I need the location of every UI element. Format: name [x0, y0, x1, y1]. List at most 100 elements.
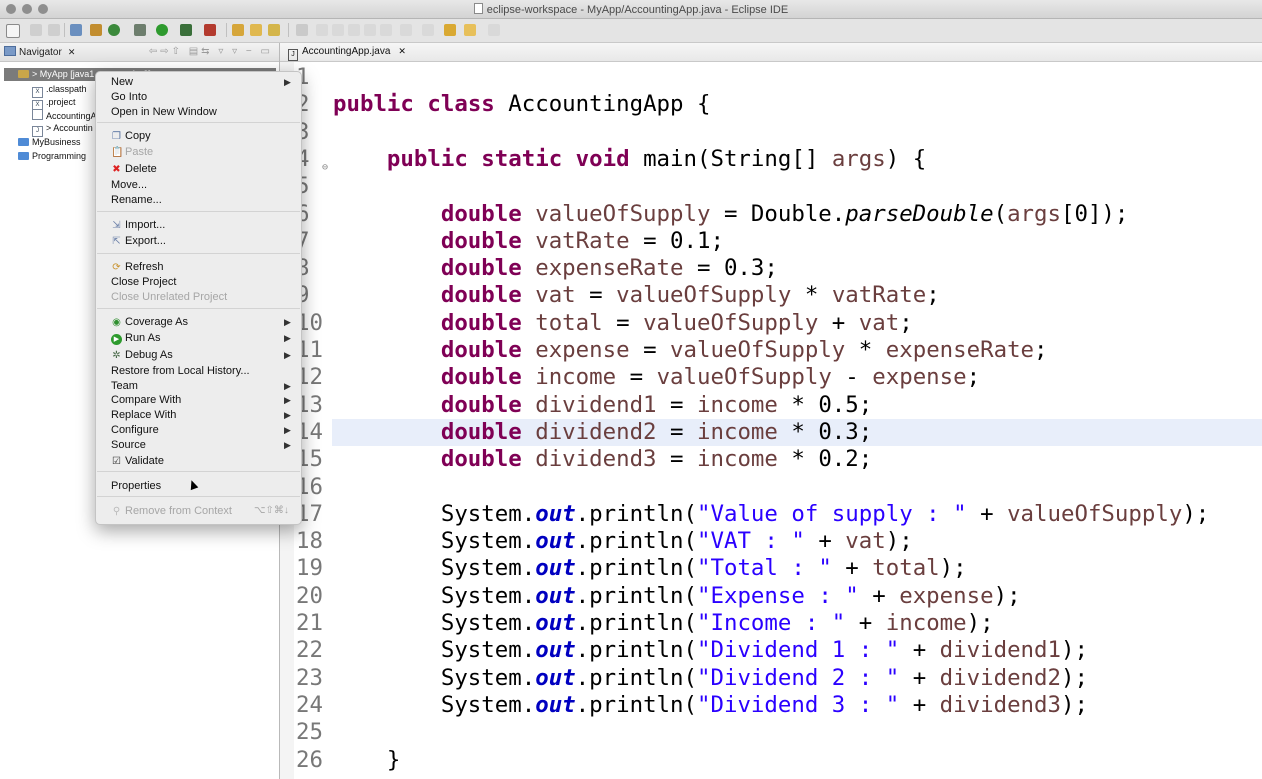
- menu-item-export[interactable]: ⇱ Export...: [111, 234, 166, 248]
- menu-item-source[interactable]: Source: [111, 438, 146, 452]
- annotation-icon[interactable]: [296, 24, 308, 36]
- variable-token: valueOfSupply: [656, 364, 832, 391]
- menu-item-close-project[interactable]: Close Project: [111, 275, 176, 289]
- tree-item[interactable]: X .project: [32, 96, 76, 111]
- menu-item-label: Properties: [111, 480, 162, 492]
- code-token: System.: [333, 528, 536, 555]
- code-line[interactable]: 14 double dividend2 = income * 0.3;: [280, 418, 1262, 446]
- close-icon[interactable]: ✕: [398, 46, 406, 56]
- code-line[interactable]: 7 double vatRate = 0.1;: [280, 228, 1262, 255]
- menu-item-validate[interactable]: ☑ Validate: [111, 454, 164, 468]
- forward-icon[interactable]: [488, 24, 500, 36]
- menu-item-compare-with[interactable]: Compare With: [111, 393, 181, 407]
- editor-tab[interactable]: J AccountingApp.java ✕: [288, 46, 406, 61]
- back-icon[interactable]: [464, 24, 476, 36]
- keyword-token: double: [440, 200, 522, 227]
- menu-item-refresh[interactable]: ⟳ Refresh: [111, 260, 163, 274]
- menu-item-run-as[interactable]: ▶ Run As: [111, 331, 160, 345]
- new-icon[interactable]: [6, 24, 20, 38]
- code-line[interactable]: 1: [280, 64, 1262, 91]
- code-line[interactable]: 6 double valueOfSupply = Double.parseDou…: [280, 201, 1262, 228]
- code-line[interactable]: 24 System.out.println("Dividend 3 : " + …: [280, 692, 1262, 719]
- toggle-mark-icon[interactable]: [316, 24, 328, 36]
- editor-panel: J AccountingApp.java ✕ 1 2 public class Acco…: [280, 43, 1262, 779]
- variable-token: valueOfSupply: [616, 282, 792, 309]
- string-token: "Expense : ": [697, 582, 859, 609]
- code-line[interactable]: 2 public class AccountingApp {: [280, 91, 1262, 118]
- debug-icon[interactable]: [134, 24, 146, 36]
- code-line[interactable]: 23 System.out.println("Dividend 2 : " + …: [280, 665, 1262, 692]
- code-line[interactable]: 3: [280, 119, 1262, 146]
- save-all-icon[interactable]: [48, 24, 60, 36]
- new-folder-icon[interactable]: [232, 24, 244, 36]
- run-config-icon[interactable]: [180, 24, 192, 36]
- code-line[interactable]: 5: [280, 173, 1262, 200]
- menu-item-team[interactable]: Team: [111, 379, 138, 393]
- menu-item-debug-as[interactable]: ✲ Debug As: [111, 348, 172, 362]
- navigator-view-toolbar[interactable]: ⇦⇨⇧ ▤⇆ ▿ ▿ − ▭: [149, 46, 273, 57]
- code-line[interactable]: 26 }: [280, 747, 1262, 774]
- code-token: +: [845, 610, 886, 636]
- menu-item-copy[interactable]: ❐ Copy: [111, 129, 151, 143]
- close-icon[interactable]: ✕: [68, 47, 76, 57]
- whitespace-icon[interactable]: [364, 24, 376, 36]
- line-number: 20: [296, 582, 323, 609]
- code-line[interactable]: 15 double dividend3 = income * 0.2;: [280, 446, 1262, 473]
- tree-item[interactable]: X .classpath: [32, 83, 87, 98]
- open-type-icon[interactable]: [250, 24, 262, 36]
- menu-item-import[interactable]: ⇲ Import...: [111, 218, 165, 232]
- code-line[interactable]: 19 System.out.println("Total : " + total…: [280, 555, 1262, 582]
- menu-item-go-into[interactable]: Go Into: [111, 90, 147, 104]
- code-line[interactable]: 21 System.out.println("Income : " + inco…: [280, 610, 1262, 637]
- menu-item-open-in-new-window[interactable]: Open in New Window: [111, 105, 217, 119]
- menu-item-restore-from-local-history[interactable]: Restore from Local History...: [111, 364, 250, 378]
- toggle-icon[interactable]: [332, 24, 344, 36]
- menu-item-coverage-as[interactable]: ◉ Coverage As: [111, 315, 188, 329]
- menu-item-move[interactable]: Move...: [111, 178, 147, 192]
- keyword-token: class: [427, 91, 495, 118]
- code-line[interactable]: 16: [280, 474, 1262, 501]
- save-icon[interactable]: [30, 24, 42, 36]
- code-line[interactable]: 11 double expense = valueOfSupply * expe…: [280, 337, 1262, 364]
- menu-item-rename[interactable]: Rename...: [111, 193, 162, 207]
- tree-item[interactable]: Programming: [18, 150, 86, 163]
- search-icon[interactable]: [268, 24, 280, 36]
- tree-item[interactable]: MyBusiness: [18, 136, 81, 149]
- code-line[interactable]: 10 double total = valueOfSupply + vat;: [280, 310, 1262, 337]
- external-tools-icon[interactable]: [204, 24, 216, 36]
- menu-item-new[interactable]: New: [111, 75, 133, 89]
- package-icon[interactable]: [90, 24, 102, 36]
- keyword-token: double: [440, 418, 522, 445]
- navigator-tab[interactable]: Navigator ✕: [4, 46, 75, 58]
- code-line[interactable]: 12 double income = valueOfSupply - expen…: [280, 364, 1262, 391]
- tree-item-label: MyBusiness: [32, 137, 81, 147]
- tree-item[interactable]: AccountingA: [32, 109, 97, 122]
- code-line[interactable]: 22 System.out.println("Dividend 1 : " + …: [280, 637, 1262, 664]
- keyword-token: double: [440, 337, 522, 363]
- tree-item[interactable]: J > Accountin: [32, 122, 93, 137]
- menu-item-delete[interactable]: ✖ Delete: [111, 162, 157, 176]
- code-line[interactable]: 9 double vat = valueOfSupply * vatRate;: [280, 282, 1262, 309]
- code-line[interactable]: 13 double dividend1 = income * 0.5;: [280, 392, 1262, 419]
- keyword-token: double: [440, 227, 522, 254]
- code-line[interactable]: 17 System.out.println("Value of supply :…: [280, 501, 1262, 528]
- line-code: double vat = valueOfSupply * vatRate;: [333, 282, 940, 309]
- last-edit-icon[interactable]: [444, 24, 456, 36]
- code-line[interactable]: 4 ⊖ public static void main(String[] args…: [280, 146, 1262, 173]
- code-line[interactable]: 25: [280, 719, 1262, 746]
- code-line[interactable]: 8 double expenseRate = 0.3;: [280, 255, 1262, 282]
- menu-item-properties[interactable]: Properties: [111, 479, 161, 493]
- refresh-icon: ⟳: [112, 262, 121, 273]
- block-select-icon[interactable]: [348, 24, 360, 36]
- prev-annotation-icon[interactable]: [422, 24, 434, 36]
- pilcrow-icon[interactable]: [380, 24, 392, 36]
- menu-item-configure[interactable]: Configure: [111, 423, 159, 437]
- code-line[interactable]: 18 System.out.println("VAT : " + vat);: [280, 528, 1262, 555]
- coverage-icon[interactable]: [108, 24, 120, 36]
- menu-item-replace-with[interactable]: Replace With: [111, 408, 176, 422]
- run-icon[interactable]: [156, 24, 168, 36]
- tool-icon[interactable]: [70, 24, 82, 36]
- code-line[interactable]: 20 System.out.println("Expense : " + exp…: [280, 583, 1262, 610]
- next-annotation-icon[interactable]: [400, 24, 412, 36]
